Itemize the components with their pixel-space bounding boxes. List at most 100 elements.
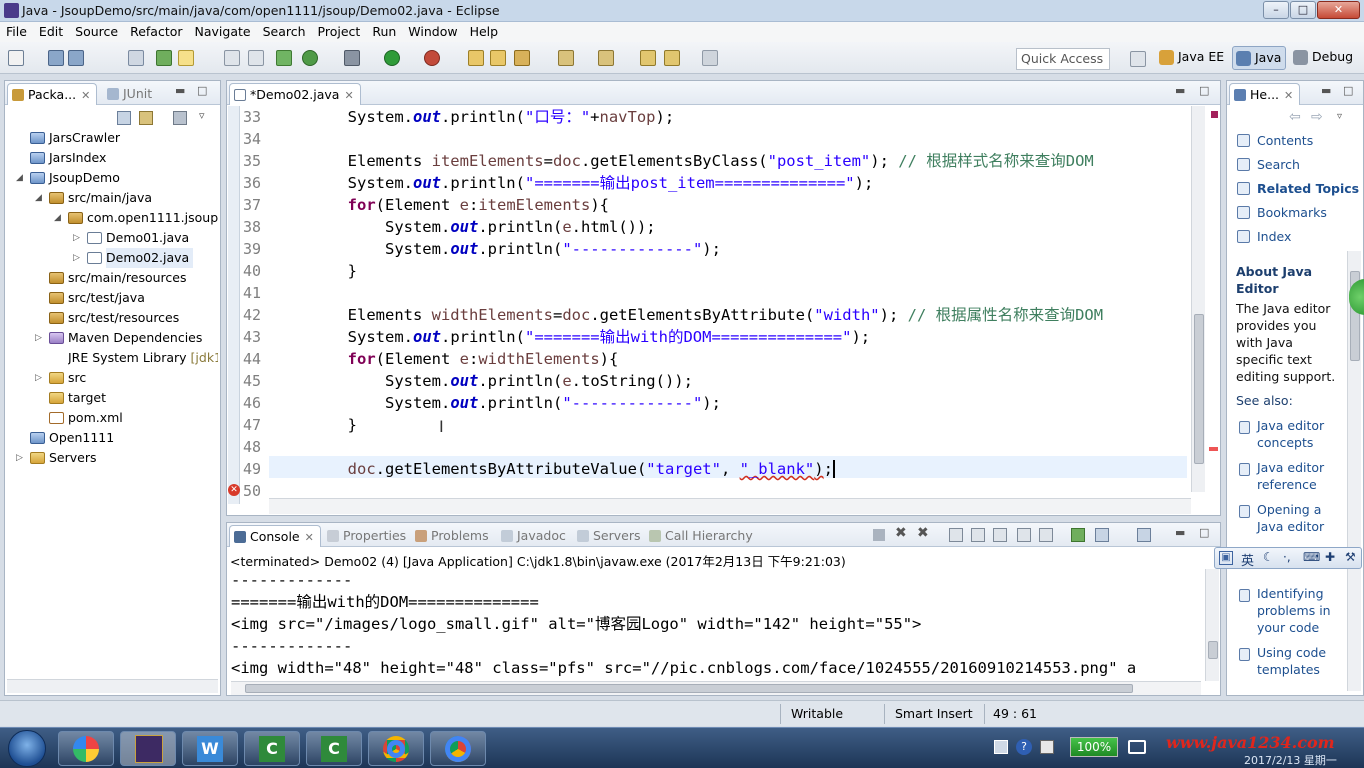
tray-app-icon[interactable] (994, 740, 1008, 754)
close-button[interactable]: ✕ (1317, 1, 1360, 19)
tab-console[interactable]: Console ✕ (229, 525, 321, 547)
debug-icon[interactable] (344, 50, 360, 66)
scrollbar-thumb[interactable] (245, 684, 1133, 693)
tab-properties[interactable]: Properties (323, 525, 412, 547)
keyboard-icon[interactable]: ⌨ (1303, 550, 1320, 564)
terminate-icon[interactable] (873, 529, 885, 541)
show-whitespace-icon[interactable] (224, 50, 240, 66)
help-link-search[interactable]: Search (1257, 157, 1300, 172)
code-line[interactable]: for(Element e:widthElements){ (273, 348, 619, 370)
close-icon[interactable]: ✕ (81, 89, 90, 102)
menu-refactor[interactable]: Refactor (124, 22, 188, 42)
tree-item-src-test-resources[interactable]: src/test/resources (49, 308, 179, 328)
open-console-icon[interactable] (1137, 528, 1151, 542)
collapse-all-icon[interactable] (117, 111, 131, 125)
help-link-contents[interactable]: Contents (1257, 133, 1313, 148)
help-link-editor-concepts[interactable]: Java editor concepts (1257, 417, 1337, 451)
maximize-view-icon[interactable]: □ (1199, 526, 1209, 539)
search-icon[interactable] (514, 50, 530, 66)
tree-item-jarscrawler[interactable]: JarsCrawler (30, 128, 120, 148)
highlight-icon[interactable] (178, 50, 194, 66)
menu-file[interactable]: File (0, 22, 33, 42)
open-perspective-icon[interactable] (1130, 51, 1146, 67)
taskbar-app-w[interactable]: W (182, 731, 238, 766)
help-vertical-scrollbar[interactable] (1347, 251, 1361, 691)
chevron-down-icon[interactable]: ▿ (199, 109, 205, 122)
menu-search[interactable]: Search (257, 22, 312, 42)
help-link-editor-reference[interactable]: Java editor reference (1257, 459, 1337, 493)
link-with-editor-icon[interactable] (139, 111, 153, 125)
tab-servers[interactable]: Servers (573, 525, 647, 547)
power-plug-icon[interactable] (1128, 740, 1146, 754)
help-link-identifying-problems[interactable]: Identifying problems in your code (1257, 585, 1343, 636)
back-arrow-icon[interactable]: ⇦ (1289, 109, 1301, 125)
console-vertical-scrollbar[interactable] (1205, 569, 1219, 681)
word-wrap-icon[interactable] (993, 528, 1007, 542)
menu-help[interactable]: Help (464, 22, 505, 42)
code-line[interactable]: System.out.println(e.toString()); (273, 370, 693, 392)
console-horizontal-scrollbar[interactable] (231, 681, 1201, 695)
taskbar-chrome-1[interactable] (368, 731, 424, 766)
minimize-view-icon[interactable]: ▬ (1321, 84, 1331, 97)
code-line[interactable]: doc.getElementsByAttributeValue("target"… (273, 458, 835, 480)
code-line[interactable]: } (273, 260, 357, 282)
menu-window[interactable]: Window (402, 22, 463, 42)
open-type-icon[interactable] (468, 50, 484, 66)
maximize-view-icon[interactable]: □ (1343, 84, 1353, 97)
perspective-java[interactable]: Java (1232, 46, 1287, 70)
prev-annotation-icon[interactable] (598, 50, 614, 66)
external-tools-icon[interactable] (424, 50, 440, 66)
perspective-java-ee[interactable]: Java EE (1156, 46, 1228, 70)
scroll-lock-icon[interactable] (971, 528, 985, 542)
punctuation-icon[interactable]: ·, (1283, 550, 1291, 564)
tab-package-explorer[interactable]: Packa... ✕ (7, 83, 98, 105)
save-all-icon[interactable] (68, 50, 84, 66)
code-line[interactable]: System.out.println("-------------"); (273, 392, 721, 414)
help-tray-icon[interactable]: ? (1016, 739, 1032, 755)
code-line[interactable]: System.out.println("=======输出with的DOM===… (273, 326, 870, 348)
new-class-icon[interactable] (276, 50, 292, 66)
tree-item-demo01[interactable]: ▷ Demo01.java (73, 228, 189, 248)
save-icon[interactable] (48, 50, 64, 66)
tab-help[interactable]: He... ✕ (1229, 83, 1301, 105)
help-link-related-topics[interactable]: Related Topics (1257, 181, 1359, 196)
tree-item-demo02[interactable]: ▷ Demo02.java (73, 248, 194, 268)
tree-item-jre-system-library[interactable]: ▷JRE System Library [jdk1.8 (68, 348, 218, 368)
collapse-arrow-icon[interactable]: ▷ (73, 228, 80, 248)
tab-problems[interactable]: Problems (411, 525, 495, 547)
code-line[interactable]: for(Element e:itemElements){ (273, 194, 609, 216)
tree-item-package[interactable]: ◢ com.open1111.jsoup (54, 208, 218, 228)
run-icon[interactable] (384, 50, 400, 66)
toggle-mark-icon[interactable] (156, 50, 172, 66)
chevron-down-icon[interactable]: ▿ (1337, 111, 1342, 122)
tree-item-maven-dependencies[interactable]: ▷ Maven Dependencies (35, 328, 202, 348)
collapse-arrow-icon[interactable]: ▷ (35, 328, 42, 348)
taskbar-app-c1[interactable]: C (244, 731, 300, 766)
perspective-debug[interactable]: Debug (1290, 46, 1357, 70)
expand-arrow-icon[interactable]: ◢ (16, 168, 23, 188)
code-line[interactable]: } (273, 414, 357, 436)
scrollbar-thumb[interactable] (1208, 641, 1218, 659)
menu-project[interactable]: Project (312, 22, 367, 42)
menu-edit[interactable]: Edit (33, 22, 69, 42)
code-line[interactable]: System.out.println("-------------"); (273, 238, 721, 260)
battery-indicator[interactable]: 100% (1070, 737, 1118, 757)
tray-app-icon[interactable] (1040, 740, 1054, 754)
maximize-view-icon[interactable]: □ (197, 84, 207, 97)
help-link-index[interactable]: Index (1257, 229, 1291, 244)
ime-logo-icon[interactable]: ▣ (1219, 551, 1233, 565)
tab-junit[interactable]: JUnit (103, 83, 158, 105)
menu-run[interactable]: Run (366, 22, 402, 42)
taskbar-chrome-2[interactable] (430, 731, 486, 766)
remove-all-icon[interactable]: ✖ (917, 525, 929, 541)
show-on-error-icon[interactable] (1039, 528, 1053, 542)
block-selection-icon[interactable] (248, 50, 264, 66)
tools-icon[interactable]: ✚ (1325, 550, 1335, 564)
help-link-bookmarks[interactable]: Bookmarks (1257, 205, 1327, 220)
show-on-output-icon[interactable] (1017, 528, 1031, 542)
wrench-icon[interactable]: ⚒ (1345, 550, 1356, 564)
tree-item-jsoupdemo[interactable]: ◢ JsoupDemo (16, 168, 120, 188)
taskbar-eclipse[interactable] (120, 731, 176, 766)
tree-item-servers[interactable]: ▷ Servers (16, 448, 97, 468)
code-line[interactable]: Elements widthElements=doc.getElementsBy… (273, 304, 1103, 326)
